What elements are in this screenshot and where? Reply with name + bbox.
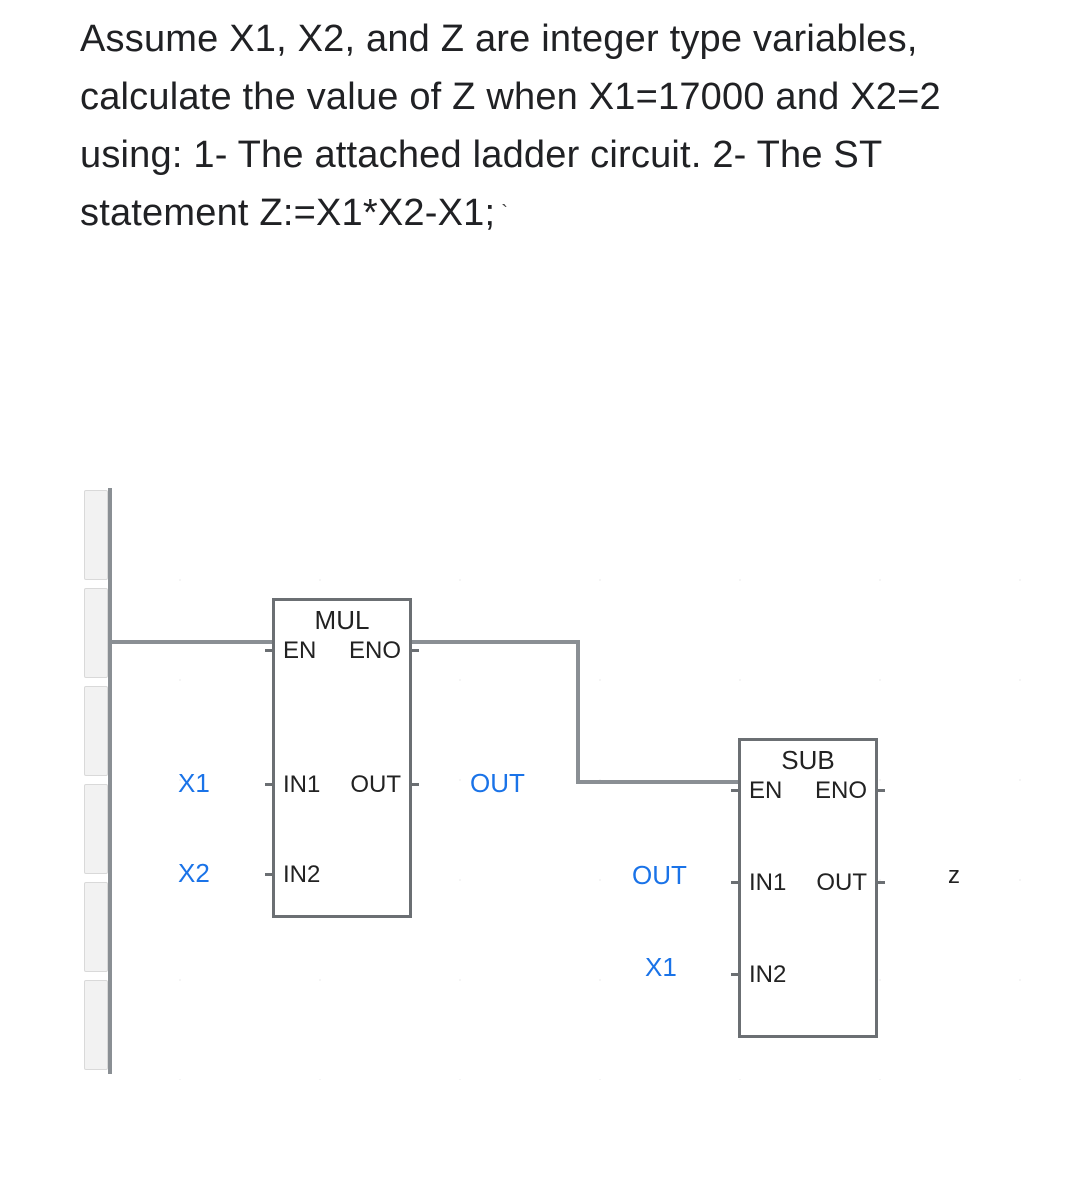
grid-dots xyxy=(70,490,1060,1080)
stub xyxy=(265,873,275,876)
power-rail-left xyxy=(84,490,108,1075)
pin-mul-out: OUT xyxy=(350,771,401,799)
stub xyxy=(265,649,275,652)
wire-eno-h2 xyxy=(576,780,738,784)
question-text: Assume X1, X2, and Z are integer type va… xyxy=(80,10,980,248)
pin-sub-en: EN xyxy=(749,777,782,805)
rail-segment xyxy=(84,588,108,678)
pin-mul-in2: IN2 xyxy=(283,861,320,889)
pin-mul-in1: IN1 xyxy=(283,771,320,799)
stub xyxy=(731,881,741,884)
pin-sub-eno: ENO xyxy=(815,777,867,805)
block-sub-title: SUB xyxy=(741,745,875,776)
rail-segment xyxy=(84,980,108,1070)
wire-eno-h1 xyxy=(412,640,580,644)
stub xyxy=(731,789,741,792)
rail-segment xyxy=(84,784,108,874)
var-sub-in2: X1 xyxy=(645,952,677,983)
var-sub-in1: OUT xyxy=(632,860,687,891)
stub xyxy=(875,881,885,884)
block-mul-title: MUL xyxy=(275,605,409,636)
rail-segment xyxy=(84,686,108,776)
stub xyxy=(409,649,419,652)
var-mul-in2: X2 xyxy=(178,858,210,889)
cursor-tick: ` xyxy=(495,202,508,224)
pin-sub-in1: IN1 xyxy=(749,869,786,897)
wire-rail-to-mul-en xyxy=(110,640,272,644)
rail-segment xyxy=(84,882,108,972)
wire-eno-v xyxy=(576,640,580,784)
stub xyxy=(875,789,885,792)
question-body: Assume X1, X2, and Z are integer type va… xyxy=(80,18,941,234)
pin-mul-en: EN xyxy=(283,637,316,665)
pin-sub-out: OUT xyxy=(816,869,867,897)
block-sub: SUB EN ENO IN1 OUT IN2 xyxy=(738,738,878,1038)
block-mul: MUL EN ENO IN1 OUT IN2 xyxy=(272,598,412,918)
pin-mul-eno: ENO xyxy=(349,637,401,665)
ladder-diagram: MUL EN ENO IN1 OUT IN2 X1 X2 OUT SUB EN … xyxy=(70,490,1060,1080)
var-mul-in1: X1 xyxy=(178,768,210,799)
var-mul-out: OUT xyxy=(470,768,525,799)
var-sub-out: z xyxy=(948,862,960,890)
rail-segment xyxy=(84,490,108,580)
stub xyxy=(731,973,741,976)
stub xyxy=(409,783,419,786)
pin-sub-in2: IN2 xyxy=(749,961,786,989)
stub xyxy=(265,783,275,786)
rail-bar xyxy=(108,488,112,1074)
